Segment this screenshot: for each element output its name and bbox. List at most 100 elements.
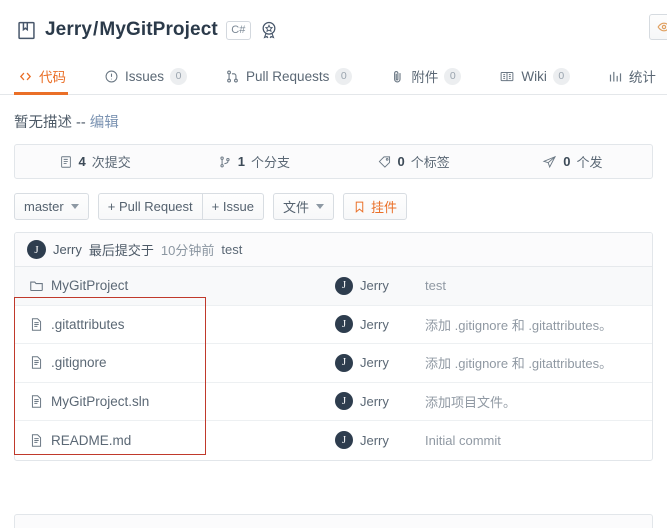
tab-pull-requests-label: Pull Requests [246,68,330,84]
file-name-cell[interactable]: MyGitProject.sln [15,394,335,409]
branch-selector-label: master [24,199,64,214]
pull-request-icon [227,70,238,82]
file-name-cell[interactable]: README.md [15,433,335,448]
stat-tags-label: 个标签 [410,155,450,170]
widget-label: 挂件 [370,200,397,215]
stat-branches[interactable]: 1 个分支 [174,152,333,171]
file-author-cell: J Jerry [335,315,425,334]
commit-list-icon [60,155,71,168]
pr-issue-button-group: + Pull Request + Issue [97,193,264,220]
new-issue-button[interactable]: + Issue [202,193,264,220]
new-pull-request-button[interactable]: + Pull Request [97,193,203,220]
watch-button[interactable] [649,14,667,40]
file-name-cell[interactable]: .gitattributes [15,317,335,332]
file-author[interactable]: Jerry [360,394,389,409]
stat-releases-label: 个发 [576,155,603,170]
repo-name[interactable]: MyGitProject [99,19,217,40]
tab-attachments[interactable]: 附件 0 [386,58,477,94]
file-name[interactable]: MyGitProject.sln [51,394,149,409]
tab-code[interactable]: 代码 [14,58,82,95]
bookmark-icon [355,201,364,213]
file-commit-message[interactable]: 添加 .gitignore 和 .gitattributes。 [425,353,612,372]
tab-pull-requests[interactable]: Pull Requests 0 [221,58,368,94]
stat-commits[interactable]: 4 次提交 [15,152,174,171]
commit-author[interactable]: Jerry [53,242,82,257]
file-author-cell: J Jerry [335,353,425,372]
file-commit-message[interactable]: 添加项目文件。 [425,392,516,411]
file-name[interactable]: .gitignore [51,355,107,370]
repo-header: Jerry/MyGitProject C# [0,0,667,58]
tab-pull-requests-count: 0 [335,67,353,85]
tag-icon [378,155,390,168]
file-icon [31,395,42,408]
page-title: Jerry/MyGitProject [45,19,218,41]
file-icon [31,434,42,447]
stat-tags-count: 0 [397,154,405,169]
file-author-cell: J Jerry [335,431,425,450]
table-row[interactable]: README.md J Jerry Initial commit [15,421,652,460]
tab-wiki-count: 0 [552,67,570,85]
tab-attachments-label: 附件 [411,70,439,85]
avatar: J [335,392,353,411]
tab-issues-label: Issues [125,68,165,84]
file-menu-button[interactable]: 文件 [272,193,334,220]
book-open-icon [500,71,514,81]
repo-owner[interactable]: Jerry [45,19,92,40]
tab-statistics[interactable]: 统计 [604,58,667,94]
file-author[interactable]: Jerry [360,433,389,448]
repo-book-icon [16,20,37,41]
chevron-down-icon [70,204,79,209]
stat-branches-count: 1 [237,154,245,169]
repo-stats-bar: 4 次提交 1 个分支 0 个标签 0 个发 [14,144,653,179]
avatar: J [27,240,46,259]
file-icon [31,356,42,369]
paperclip-icon [394,70,401,82]
file-menu-label: 文件 [282,200,309,215]
commit-message[interactable]: test [221,242,242,257]
table-row[interactable]: .gitattributes J Jerry 添加 .gitignore 和 .… [15,306,652,344]
tab-code-label: 代码 [39,70,66,85]
stat-releases-count: 0 [563,154,571,169]
file-commit-message[interactable]: test [425,278,446,293]
repository-page: Jerry/MyGitProject C# 代码 Issues 0 Pull R… [0,0,667,528]
table-row[interactable]: .gitignore J Jerry 添加 .gitignore 和 .gita… [15,344,652,383]
file-author[interactable]: Jerry [360,355,389,370]
file-commit-message[interactable]: 添加 .gitignore 和 .gitattributes。 [425,315,612,334]
file-name[interactable]: README.md [51,433,131,448]
file-author[interactable]: Jerry [360,278,389,293]
tab-statistics-label: 统计 [628,70,656,85]
table-row[interactable]: MyGitProject.sln J Jerry 添加项目文件。 [15,383,652,421]
eye-watch-icon [657,22,667,32]
code-icon [19,72,32,80]
description-text: 暂无描述 -- [14,115,86,131]
table-row[interactable]: MyGitProject J Jerry test [15,267,652,306]
avatar: J [335,276,353,295]
release-send-icon [542,155,557,168]
file-icon [31,318,42,331]
commit-bar-text: 最后提交于 [88,243,154,258]
latest-commit-bar: J Jerry 最后提交于 10分钟前 test [15,233,652,267]
tab-issues[interactable]: Issues 0 [100,58,203,94]
stat-branches-label: 个分支 [250,155,290,170]
tab-attachments-count: 0 [444,67,462,85]
file-name-cell[interactable]: .gitignore [15,355,335,370]
widget-button[interactable]: 挂件 [342,193,407,220]
file-name-cell[interactable]: MyGitProject [15,278,335,293]
language-badge: C# [225,20,251,40]
repo-action-row: master + Pull Request + Issue 文件 挂件 [0,179,667,232]
readme-preview-panel [14,514,653,528]
file-author[interactable]: Jerry [360,317,389,332]
branch-selector-button[interactable]: master [14,193,89,220]
file-name[interactable]: .gitattributes [51,317,125,332]
tab-wiki[interactable]: Wiki 0 [495,58,586,94]
stat-commits-count: 4 [78,154,86,169]
file-name[interactable]: MyGitProject [51,278,128,293]
chevron-down-icon [315,204,324,209]
stat-releases[interactable]: 0 个发 [493,152,652,171]
repo-description: 暂无描述 -- 编辑 [0,95,667,144]
edit-description-link[interactable]: 编辑 [90,115,119,131]
header-actions [649,14,667,40]
stat-tags[interactable]: 0 个标签 [334,152,493,171]
file-commit-message[interactable]: Initial commit [425,433,501,448]
issue-circle-icon [105,70,118,82]
